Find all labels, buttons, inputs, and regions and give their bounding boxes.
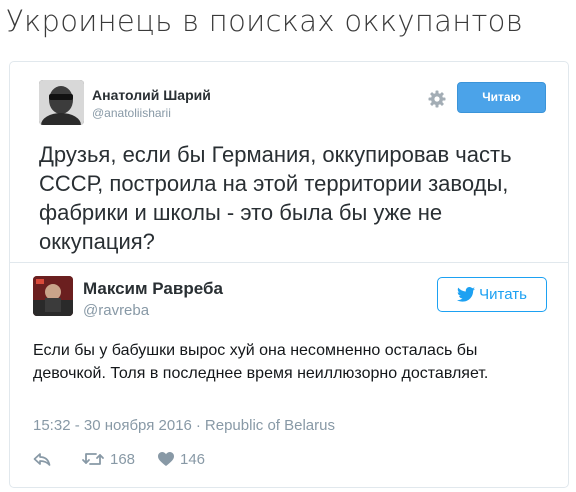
retweet-icon <box>82 453 104 465</box>
quoted-tweet[interactable]: Анатолий Шарий @anatoliisharii Читаю Дру… <box>10 62 568 262</box>
heart-icon <box>158 452 174 466</box>
avatar[interactable] <box>39 80 84 125</box>
author-handle[interactable]: @anatoliisharii <box>92 106 171 120</box>
tweet-text: Если бы у бабушки вырос хуй она несомнен… <box>33 342 489 382</box>
gear-icon[interactable] <box>427 89 447 109</box>
twitter-bird-icon <box>457 287 476 302</box>
follow-button-label: Читать <box>479 286 527 303</box>
retweet-button[interactable]: 168 <box>81 448 135 470</box>
avatar[interactable] <box>33 276 73 316</box>
meta-separator: · <box>195 417 201 434</box>
tweet-text: Друзья, если бы Германия, оккупировав ча… <box>39 142 512 254</box>
divider <box>10 262 568 263</box>
author-name[interactable]: Анатолий Шарий <box>92 87 211 103</box>
like-count: 146 <box>180 450 206 468</box>
page-headline: Укроинець в поисках оккупантов <box>6 4 524 38</box>
tweet-meta: 15:32 - 30 ноября 2016 · Republic of Belar… <box>33 417 335 434</box>
tweet-actions: 168 146 <box>33 448 333 470</box>
author-name[interactable]: Максим Равреба <box>83 279 223 299</box>
like-button[interactable]: 146 <box>157 448 205 470</box>
retweet-count: 168 <box>110 450 136 468</box>
tweet-card: Анатолий Шарий @anatoliisharii Читаю Дру… <box>9 61 569 488</box>
follow-button[interactable]: Читаю <box>457 82 546 113</box>
location[interactable]: Republic of Belarus <box>205 417 335 434</box>
follow-button[interactable]: Читать <box>437 277 547 312</box>
reply-icon <box>33 453 51 466</box>
timestamp[interactable]: 15:32 - 30 ноября 2016 <box>33 417 192 434</box>
reply-button[interactable] <box>33 448 51 470</box>
author-handle[interactable]: @ravreba <box>83 302 149 319</box>
